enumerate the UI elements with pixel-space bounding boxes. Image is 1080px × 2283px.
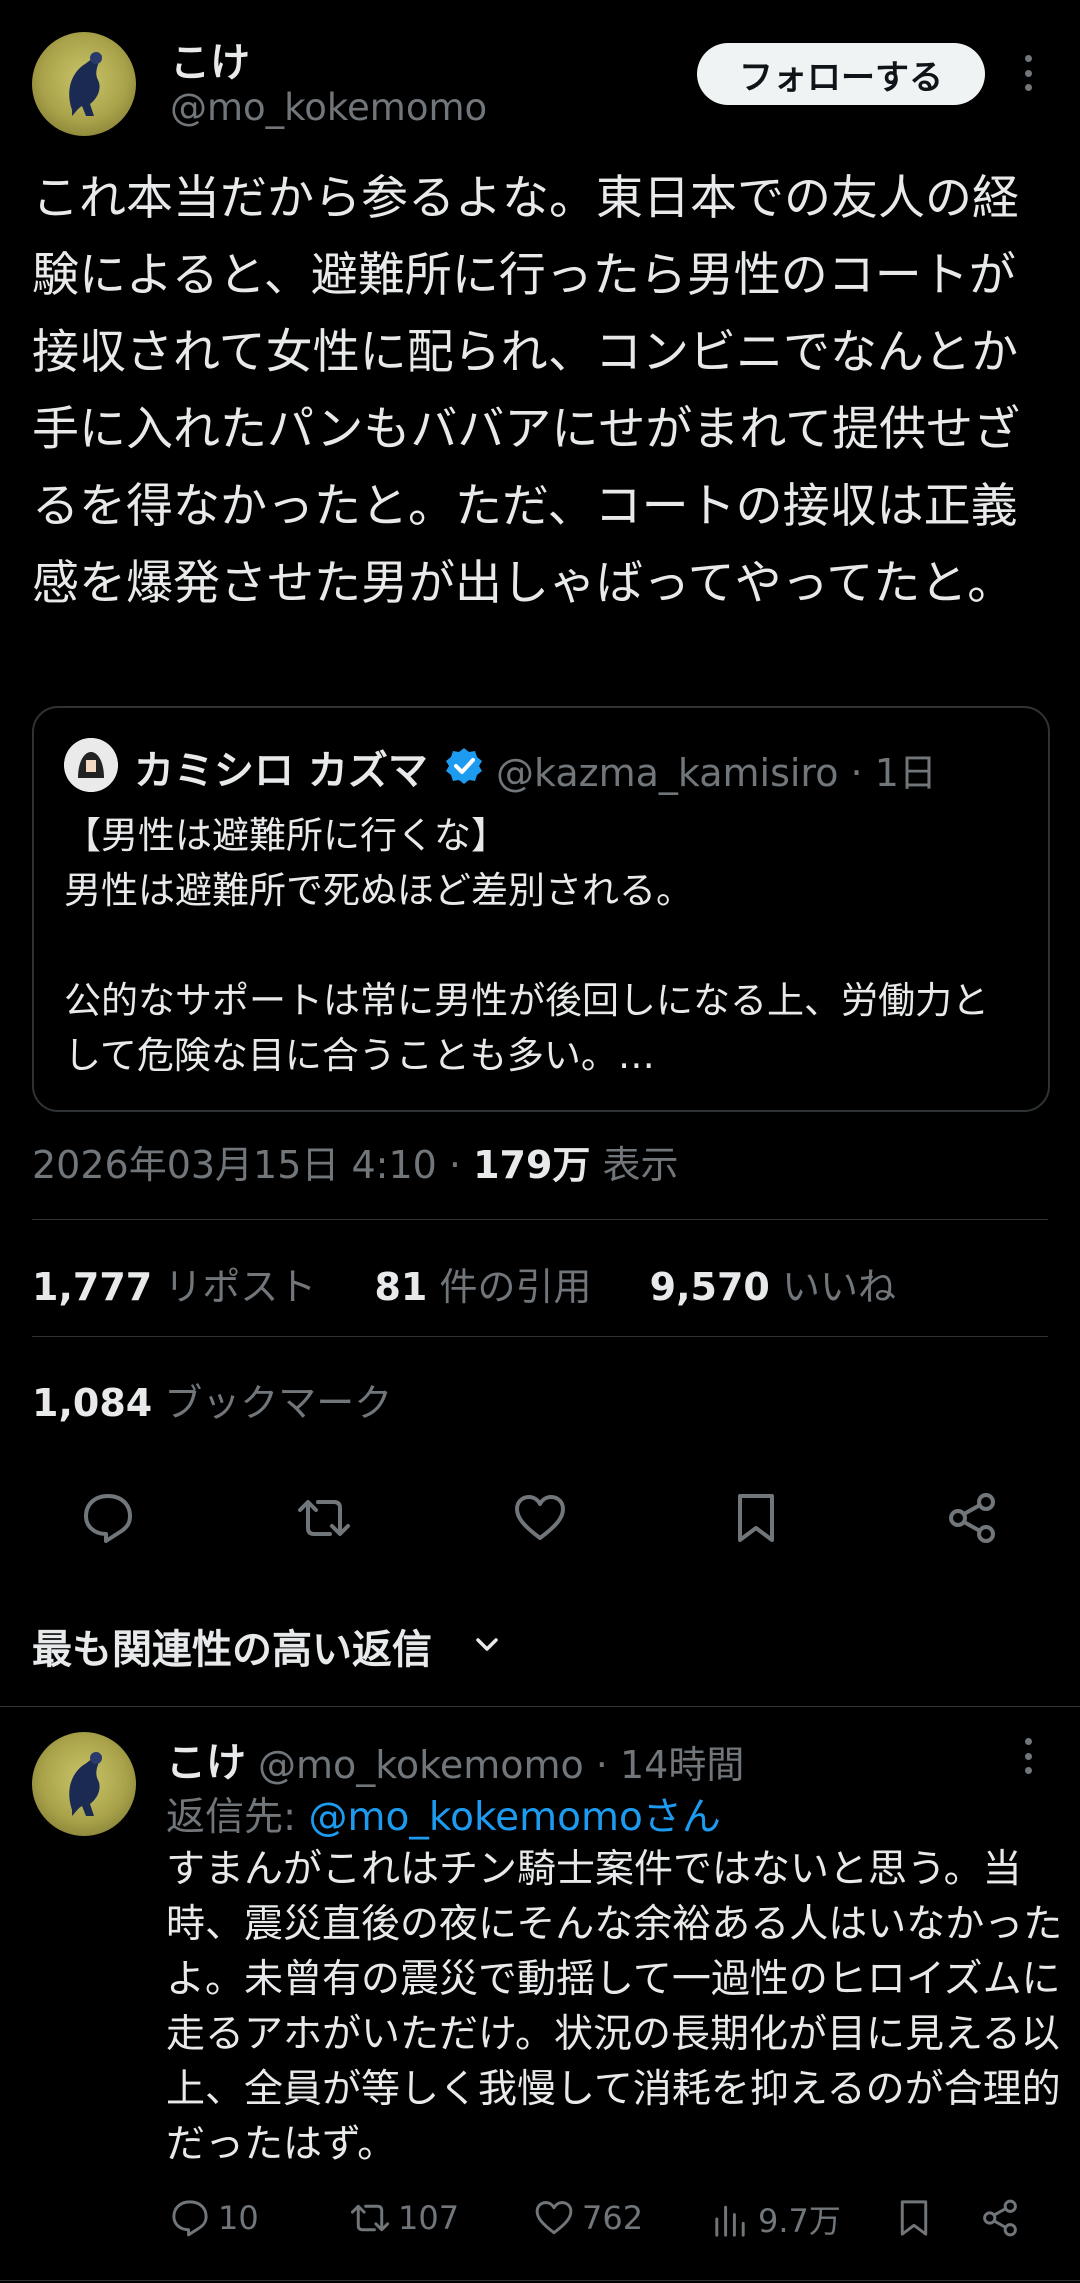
- retweet-icon: [350, 2204, 390, 2232]
- views-count: 179万: [473, 1143, 591, 1187]
- views-count: 9.7万: [758, 2202, 841, 2240]
- quoted-author-avatar: [64, 738, 118, 792]
- reply-icon: [172, 2200, 208, 2237]
- reply-author-name[interactable]: こけ: [166, 1730, 246, 1788]
- views-label: 表示: [590, 1143, 679, 1187]
- reply-to-prefix: 返信先:: [166, 1795, 309, 1840]
- follow-button[interactable]: フォローする: [697, 43, 985, 105]
- quoted-tweet-card[interactable]: カミシロ カズマ @kazma_kamisiro · 1日 【男性は避難所に行く…: [32, 706, 1050, 1112]
- reply-like-button[interactable]: 762: [532, 2196, 643, 2240]
- reply-count: 10: [218, 2199, 259, 2237]
- reply-icon[interactable]: [78, 1488, 138, 1548]
- reply-retweet-button[interactable]: 107: [348, 2196, 459, 2240]
- reply-to-link[interactable]: @mo_kokemomoさん: [309, 1795, 721, 1840]
- divider: [0, 1706, 1080, 1707]
- author-handle[interactable]: @mo_kokemomo: [170, 86, 487, 129]
- divider: [32, 1336, 1048, 1337]
- divider: [32, 1219, 1048, 1220]
- retweet-count: 107: [398, 2199, 460, 2237]
- divider: [0, 2280, 1080, 2281]
- quotes-stat[interactable]: 81 件の引用: [374, 1265, 591, 1309]
- replies-sort-dropdown[interactable]: 最も関連性の高い返信: [32, 1617, 432, 1675]
- more-options-icon[interactable]: [1018, 55, 1038, 91]
- like-icon: [535, 2201, 573, 2235]
- engagement-stats: 1,777 リポスト 81 件の引用 9,570 いいね: [32, 1256, 896, 1311]
- reply-author-handle[interactable]: @mo_kokemomo · 14時間: [258, 1734, 744, 1789]
- share-icon[interactable]: [942, 1488, 1002, 1548]
- reply-reply-button[interactable]: 10: [168, 2196, 259, 2240]
- reply-author-avatar[interactable]: [32, 1732, 136, 1836]
- more-options-icon[interactable]: [1018, 1738, 1038, 1774]
- quoted-author-handle: @kazma_kamisiro · 1日: [496, 751, 937, 795]
- retweet-icon[interactable]: [294, 1488, 354, 1548]
- reply-to-line: 返信先: @mo_kokemomoさん: [166, 1786, 721, 1842]
- reply-views-button[interactable]: 9.7万: [708, 2196, 841, 2242]
- verified-badge-icon: [444, 746, 484, 786]
- like-count: 762: [582, 2199, 644, 2237]
- frog-figure-icon: [69, 52, 102, 116]
- quoted-author-name: カミシロ カズマ: [134, 748, 428, 794]
- author-avatar[interactable]: [32, 32, 136, 136]
- views-icon: [715, 2205, 745, 2237]
- reply-bookmark-button[interactable]: [892, 2196, 942, 2240]
- reply-text: すまんがこれはチン騎士案件ではないと思う。当時、震災直後の夜にそんな余裕ある人は…: [166, 1847, 1063, 2167]
- tweet-timestamp: 2026年03月15日 4:10 ·: [32, 1143, 474, 1187]
- quoted-tweet-text: 【男性は避難所に行くな】 男性は避難所で死ぬほど差別される。 公的なサポートは常…: [64, 814, 989, 1077]
- bookmark-icon[interactable]: [726, 1488, 786, 1548]
- share-icon: [983, 2199, 1017, 2237]
- author-name[interactable]: こけ: [170, 30, 250, 88]
- likes-stat[interactable]: 9,570 いいね: [650, 1265, 896, 1309]
- reply-share-button[interactable]: [978, 2196, 1028, 2240]
- tweet-timestamp-views: 2026年03月15日 4:10 · 179万 表示: [32, 1134, 679, 1189]
- like-icon[interactable]: [510, 1488, 570, 1548]
- bookmarks-stat[interactable]: 1,084 ブックマーク: [32, 1372, 392, 1427]
- tweet-text: これ本当だから参るよな。東日本での友人の経験によると、避難所に行ったら男性のコー…: [32, 171, 1020, 611]
- bookmark-icon: [900, 2200, 928, 2236]
- reposts-stat[interactable]: 1,777 リポスト: [32, 1265, 316, 1309]
- frog-figure-icon: [69, 1752, 102, 1816]
- chevron-down-icon[interactable]: [470, 1628, 504, 1662]
